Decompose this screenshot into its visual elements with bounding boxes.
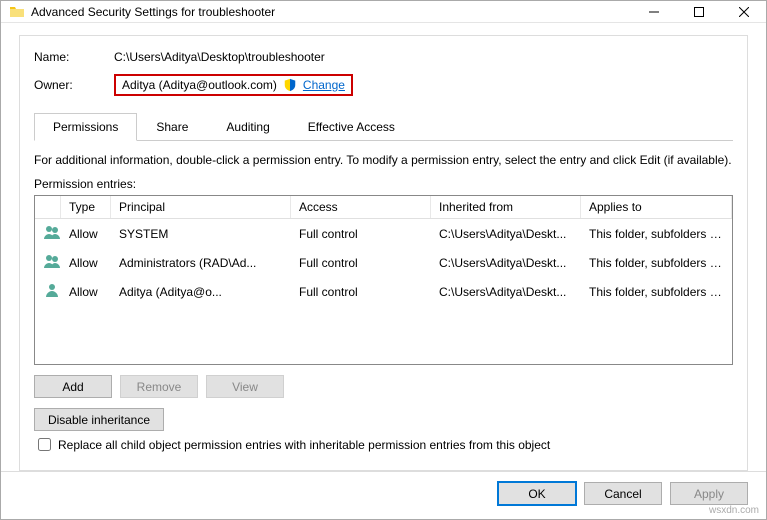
cell-applies: This folder, subfolders and files: [581, 254, 732, 272]
cell-access: Full control: [291, 225, 431, 243]
tab-effective-access[interactable]: Effective Access: [289, 113, 414, 141]
cell-principal: SYSTEM: [111, 225, 291, 243]
entries-label: Permission entries:: [34, 177, 733, 191]
owner-label: Owner:: [34, 78, 114, 92]
change-owner-link[interactable]: Change: [303, 78, 345, 92]
replace-children-label: Replace all child object permission entr…: [58, 438, 550, 452]
shield-icon: [283, 78, 297, 92]
table-row[interactable]: AllowAdministrators (RAD\Ad...Full contr…: [35, 248, 732, 277]
principal-icon: [35, 221, 61, 246]
table-row[interactable]: AllowAditya (Aditya@o...Full controlC:\U…: [35, 277, 732, 306]
maximize-button[interactable]: [676, 1, 721, 22]
name-value: C:\Users\Aditya\Desktop\troubleshooter: [114, 50, 325, 64]
add-button[interactable]: Add: [34, 375, 112, 398]
tabs: Permissions Share Auditing Effective Acc…: [34, 112, 733, 141]
table-header: Type Principal Access Inherited from App…: [35, 196, 732, 219]
folder-icon: [9, 4, 25, 20]
cell-type: Allow: [61, 254, 111, 272]
principal-icon: [35, 250, 61, 275]
tab-permissions[interactable]: Permissions: [34, 113, 137, 141]
col-type[interactable]: Type: [61, 196, 111, 218]
apply-button: Apply: [670, 482, 748, 505]
cell-inherited: C:\Users\Aditya\Deskt...: [431, 283, 581, 301]
minimize-button[interactable]: [631, 1, 676, 22]
replace-children-checkbox[interactable]: [38, 438, 51, 451]
col-applies[interactable]: Applies to: [581, 196, 732, 218]
name-label: Name:: [34, 50, 114, 64]
owner-value: Aditya (Aditya@outlook.com): [122, 78, 277, 92]
cell-principal: Administrators (RAD\Ad...: [111, 254, 291, 272]
cell-applies: This folder, subfolders and files: [581, 283, 732, 301]
cell-applies: This folder, subfolders and files: [581, 225, 732, 243]
advanced-security-window: Advanced Security Settings for troublesh…: [0, 0, 767, 520]
table-row[interactable]: AllowSYSTEMFull controlC:\Users\Aditya\D…: [35, 219, 732, 248]
close-button[interactable]: [721, 1, 766, 22]
cell-principal: Aditya (Aditya@o...: [111, 283, 291, 301]
cell-type: Allow: [61, 283, 111, 301]
col-icon[interactable]: [35, 196, 61, 218]
titlebar: Advanced Security Settings for troublesh…: [1, 1, 766, 23]
tab-auditing[interactable]: Auditing: [207, 113, 288, 141]
principal-icon: [35, 279, 61, 304]
disable-inheritance-button[interactable]: Disable inheritance: [34, 408, 164, 431]
cell-inherited: C:\Users\Aditya\Deskt...: [431, 225, 581, 243]
cell-access: Full control: [291, 283, 431, 301]
cell-access: Full control: [291, 254, 431, 272]
col-access[interactable]: Access: [291, 196, 431, 218]
permission-table: Type Principal Access Inherited from App…: [34, 195, 733, 365]
ok-button[interactable]: OK: [498, 482, 576, 505]
info-text: For additional information, double-click…: [34, 153, 733, 167]
dialog-buttons: OK Cancel Apply: [1, 471, 766, 519]
view-button: View: [206, 375, 284, 398]
watermark: wsxdn.com: [709, 505, 759, 516]
cell-inherited: C:\Users\Aditya\Deskt...: [431, 254, 581, 272]
window-title: Advanced Security Settings for troublesh…: [31, 5, 631, 19]
cancel-button[interactable]: Cancel: [584, 482, 662, 505]
col-inherited[interactable]: Inherited from: [431, 196, 581, 218]
owner-box: Aditya (Aditya@outlook.com) Change: [114, 74, 353, 96]
tab-share[interactable]: Share: [137, 113, 207, 141]
col-principal[interactable]: Principal: [111, 196, 291, 218]
remove-button: Remove: [120, 375, 198, 398]
cell-type: Allow: [61, 225, 111, 243]
